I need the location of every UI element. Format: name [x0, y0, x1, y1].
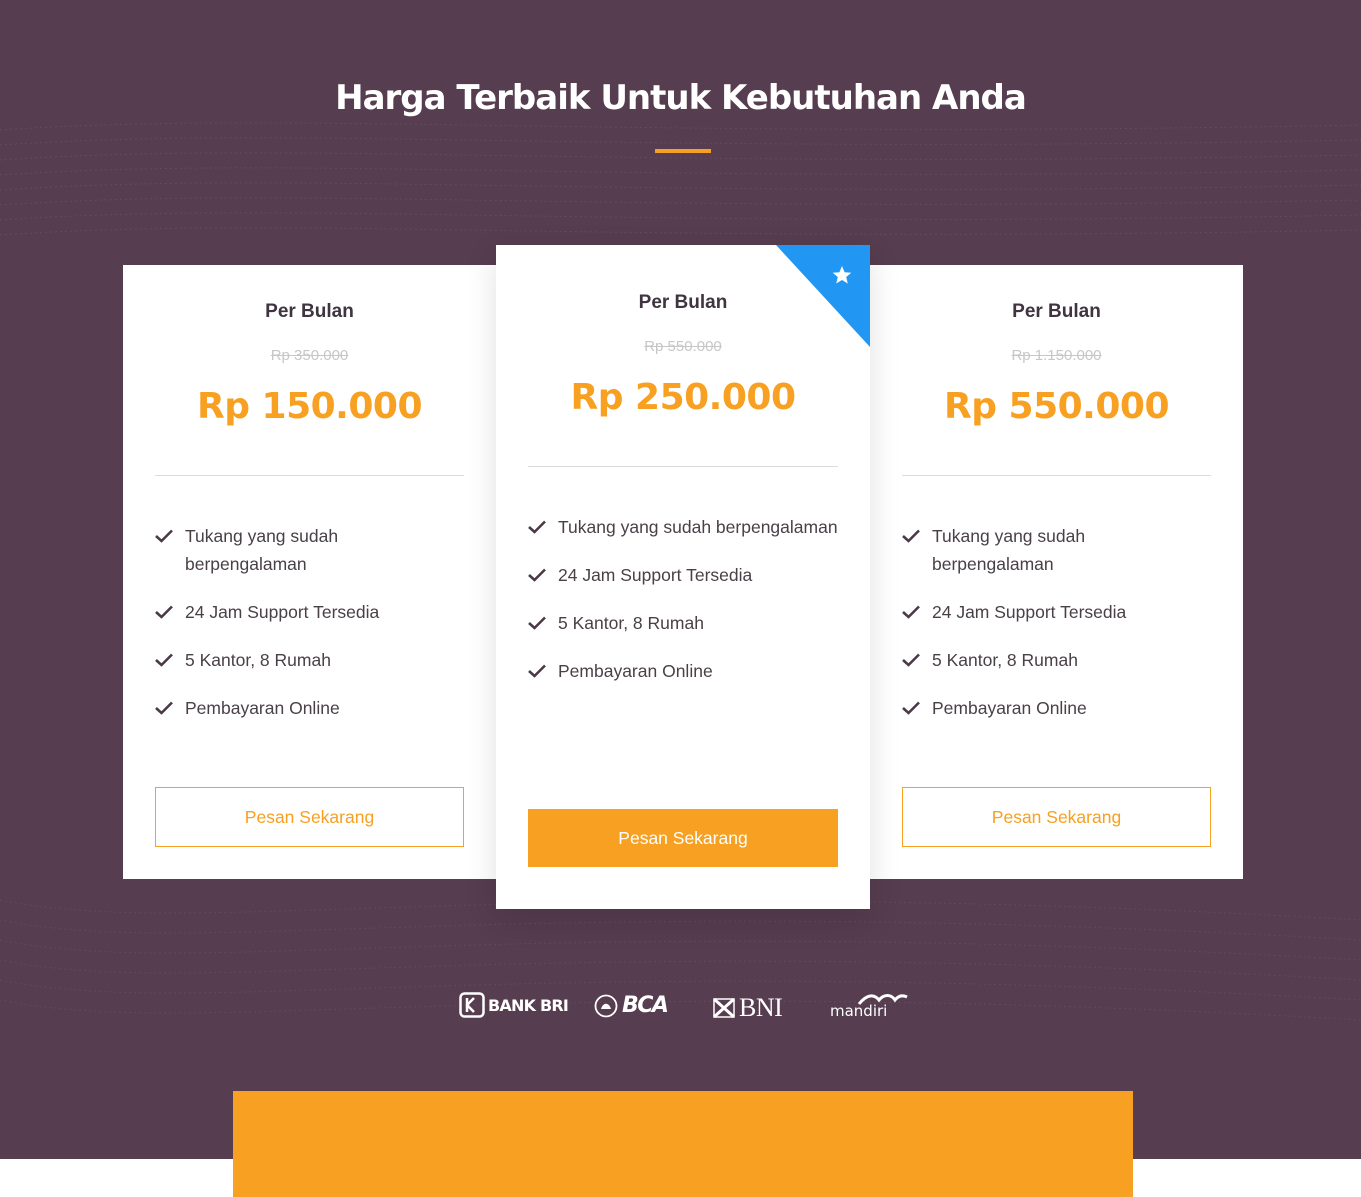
decorative-wave-bottom — [0, 899, 1361, 1021]
check-icon — [528, 568, 546, 582]
payment-logos: BANK BRI BCA BNI mandiri — [0, 990, 1361, 1024]
order-button[interactable]: Pesan Sekarang — [902, 787, 1211, 847]
check-icon — [528, 664, 546, 678]
feature-item: Tukang yang sudah berpengalaman — [528, 513, 838, 541]
feature-item: 24 Jam Support Tersedia — [155, 598, 464, 626]
check-icon — [902, 529, 920, 543]
feature-text: 24 Jam Support Tersedia — [932, 602, 1127, 622]
bri-mark-icon — [459, 992, 485, 1018]
plan-price: Rp 250.000 — [570, 377, 797, 418]
feature-list: Tukang yang sudah berpengalaman 24 Jam S… — [528, 513, 838, 685]
feature-text: Tukang yang sudah berpengalaman — [932, 526, 1086, 574]
plan-name: Per Bulan — [1012, 301, 1101, 322]
feature-item: Tukang yang sudah berpengalaman — [155, 522, 464, 578]
feature-text: 5 Kantor, 8 Rumah — [558, 613, 704, 633]
feature-item: Pembayaran Online — [155, 694, 464, 722]
check-icon — [528, 520, 546, 534]
plan-name: Per Bulan — [265, 301, 354, 322]
order-button[interactable]: Pesan Sekarang — [155, 787, 464, 847]
pricing-card-premium: Per Bulan Rp 1.150.000 Rp 550.000 Tukang… — [870, 265, 1243, 879]
bca-logo-text: BCA — [622, 993, 669, 1018]
cta-banner — [233, 1091, 1133, 1197]
feature-item: 24 Jam Support Tersedia — [528, 561, 838, 589]
check-icon — [902, 653, 920, 667]
feature-text: Tukang yang sudah berpengalaman — [185, 526, 339, 574]
bni-logo: BNI — [712, 993, 783, 1023]
feature-item: Pembayaran Online — [902, 694, 1211, 722]
old-price: Rp 1.150.000 — [1011, 347, 1102, 364]
bni-logo-text: BNI — [739, 993, 783, 1022]
feature-item: 5 Kantor, 8 Rumah — [155, 646, 464, 674]
feature-item: Pembayaran Online — [528, 657, 838, 685]
check-icon — [155, 529, 173, 543]
divider — [528, 466, 838, 467]
feature-text: Pembayaran Online — [558, 661, 713, 681]
feature-list: Tukang yang sudah berpengalaman 24 Jam S… — [902, 522, 1211, 722]
check-icon — [528, 616, 546, 630]
plan-price: Rp 550.000 — [944, 386, 1170, 427]
feature-text: 5 Kantor, 8 Rumah — [932, 650, 1078, 670]
feature-item: Tukang yang sudah berpengalaman — [902, 522, 1211, 578]
check-icon — [155, 701, 173, 715]
mandiri-logo: mandiri — [829, 992, 909, 1022]
feature-item: 5 Kantor, 8 Rumah — [902, 646, 1211, 674]
feature-text: Pembayaran Online — [185, 698, 340, 718]
feature-text: Pembayaran Online — [932, 698, 1087, 718]
divider — [902, 475, 1211, 476]
bri-logo: BANK BRI — [459, 992, 569, 1018]
title-underline — [655, 149, 711, 153]
check-icon — [155, 605, 173, 619]
section-title: Harga Terbaik Untuk Kebutuhan Anda — [335, 78, 1027, 118]
plan-price: Rp 150.000 — [197, 386, 423, 427]
order-button[interactable]: Pesan Sekarang — [528, 809, 838, 867]
bri-logo-text: BANK BRI — [488, 995, 569, 1015]
bni-mark-icon — [712, 997, 736, 1019]
pricing-card-featured: Per Bulan Rp 550.000 Rp 250.000 Tukang y… — [496, 245, 870, 909]
feature-text: 24 Jam Support Tersedia — [558, 565, 753, 585]
feature-text: 5 Kantor, 8 Rumah — [185, 650, 331, 670]
check-icon — [902, 605, 920, 619]
mandiri-logo-text: mandiri — [830, 1002, 888, 1020]
bca-logo: BCA — [594, 993, 669, 1018]
bca-mark-icon — [594, 994, 618, 1017]
decorative-wave-top — [0, 122, 1361, 236]
featured-ribbon — [776, 245, 870, 347]
pricing-card-basic: Per Bulan Rp 350.000 Rp 150.000 Tukang y… — [123, 265, 496, 879]
feature-item: 5 Kantor, 8 Rumah — [528, 609, 838, 637]
feature-list: Tukang yang sudah berpengalaman 24 Jam S… — [155, 522, 464, 722]
feature-text: Tukang yang sudah berpengalaman — [558, 517, 838, 537]
feature-item: 24 Jam Support Tersedia — [902, 598, 1211, 626]
check-icon — [902, 701, 920, 715]
feature-text: 24 Jam Support Tersedia — [185, 602, 380, 622]
divider — [155, 475, 464, 476]
check-icon — [155, 653, 173, 667]
old-price: Rp 350.000 — [270, 347, 349, 364]
